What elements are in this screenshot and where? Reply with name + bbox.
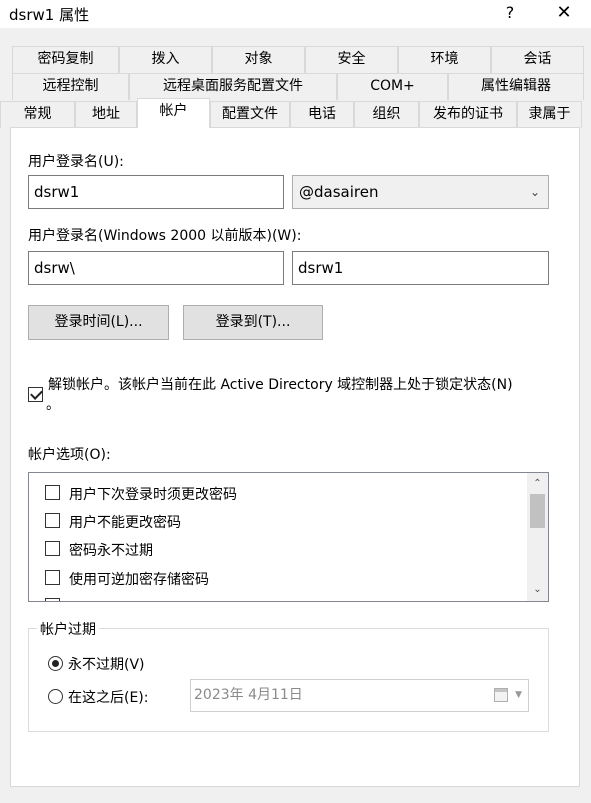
upn-label: 用户登录名(U):	[28, 154, 124, 170]
option-checkbox-reversible-encryption[interactable]	[45, 570, 60, 585]
logon-to-button[interactable]: 登录到(T)...	[183, 305, 323, 340]
tab-account[interactable]: 帐户	[137, 98, 210, 128]
upn-input[interactable]: dsrw1	[28, 175, 284, 209]
never-expires-label: 永不过期(V)	[68, 657, 145, 673]
title-bar: dsrw1 属性 ? ✕	[0, 0, 591, 28]
scroll-thumb[interactable]	[530, 494, 545, 528]
option-checkbox-cannot-change[interactable]	[45, 513, 60, 528]
pre2000-user-input[interactable]: dsrw1	[292, 251, 549, 285]
expiry-date-value: 2023年 4月11日	[194, 687, 303, 703]
unlock-account-checkbox[interactable]	[28, 387, 43, 402]
tab-published-certificates[interactable]: 发布的证书	[419, 101, 517, 128]
unlock-account-label: 解锁帐户。该帐户当前在此 Active Directory 域控制器上处于锁定状…	[48, 377, 513, 393]
tab-member-of[interactable]: 隶属于	[517, 101, 582, 128]
tab-attribute-editor[interactable]: 属性编辑器	[448, 73, 584, 100]
expiry-date-picker[interactable]: 2023年 4月11日 ▼	[190, 679, 529, 712]
calendar-icon[interactable]	[494, 688, 508, 702]
options-scrollbar[interactable]: ⌃ ⌄	[527, 473, 548, 601]
tab-sessions[interactable]: 会话	[491, 46, 584, 73]
upn-suffix-value: @dasairen	[299, 183, 379, 201]
close-button[interactable]: ✕	[541, 0, 587, 28]
scroll-up-icon[interactable]: ⌃	[527, 475, 548, 493]
option-label: 使用可逆加密存储密码	[69, 572, 209, 588]
help-button[interactable]: ?	[487, 0, 533, 28]
scroll-down-icon[interactable]: ⌄	[527, 581, 548, 599]
chevron-down-icon[interactable]: ▼	[515, 680, 522, 711]
tab-profile[interactable]: 配置文件	[210, 101, 290, 128]
end-of-label: 在这之后(E):	[68, 690, 149, 706]
unlock-account-label-cont: 。	[46, 397, 60, 413]
option-checkbox-never-expires[interactable]	[45, 541, 60, 556]
tab-environment[interactable]: 环境	[398, 46, 491, 73]
tab-dial-in[interactable]: 拨入	[119, 46, 212, 73]
tab-password-replication[interactable]: 密码复制	[12, 46, 119, 73]
option-label: 用户不能更改密码	[69, 515, 181, 531]
tab-com-plus[interactable]: COM+	[337, 73, 448, 100]
tab-telephones[interactable]: 电话	[290, 101, 354, 128]
option-checkbox-partial[interactable]	[45, 598, 60, 601]
upn-suffix-select[interactable]: @dasairen ⌄	[292, 175, 549, 209]
chevron-down-icon: ⌄	[529, 185, 540, 199]
tab-security[interactable]: 安全	[305, 46, 398, 73]
option-checkbox-change-password[interactable]	[45, 485, 60, 500]
tab-remote-control[interactable]: 远程控制	[12, 73, 129, 100]
account-options-list[interactable]: 用户下次登录时须更改密码 用户不能更改密码 密码永不过期 使用可逆加密存储密码 …	[28, 472, 549, 602]
pre2000-label: 用户登录名(Windows 2000 以前版本)(W):	[28, 228, 302, 244]
pre2000-domain-field: dsrw\	[28, 251, 284, 285]
logon-hours-button[interactable]: 登录时间(L)...	[28, 305, 169, 340]
end-of-radio[interactable]	[48, 689, 63, 704]
account-options-label: 帐户选项(O):	[28, 447, 111, 463]
option-label: 密码永不过期	[69, 543, 153, 559]
tab-rds-profile[interactable]: 远程桌面服务配置文件	[129, 73, 337, 100]
option-label: 用户下次登录时须更改密码	[69, 487, 237, 503]
window-title: dsrw1 属性	[9, 6, 90, 24]
tab-general[interactable]: 常规	[0, 101, 75, 128]
account-expires-title: 帐户过期	[37, 619, 99, 639]
tab-organization[interactable]: 组织	[354, 101, 419, 128]
tab-object[interactable]: 对象	[212, 46, 305, 73]
never-expires-radio[interactable]	[48, 656, 63, 671]
tab-address[interactable]: 地址	[75, 101, 137, 128]
